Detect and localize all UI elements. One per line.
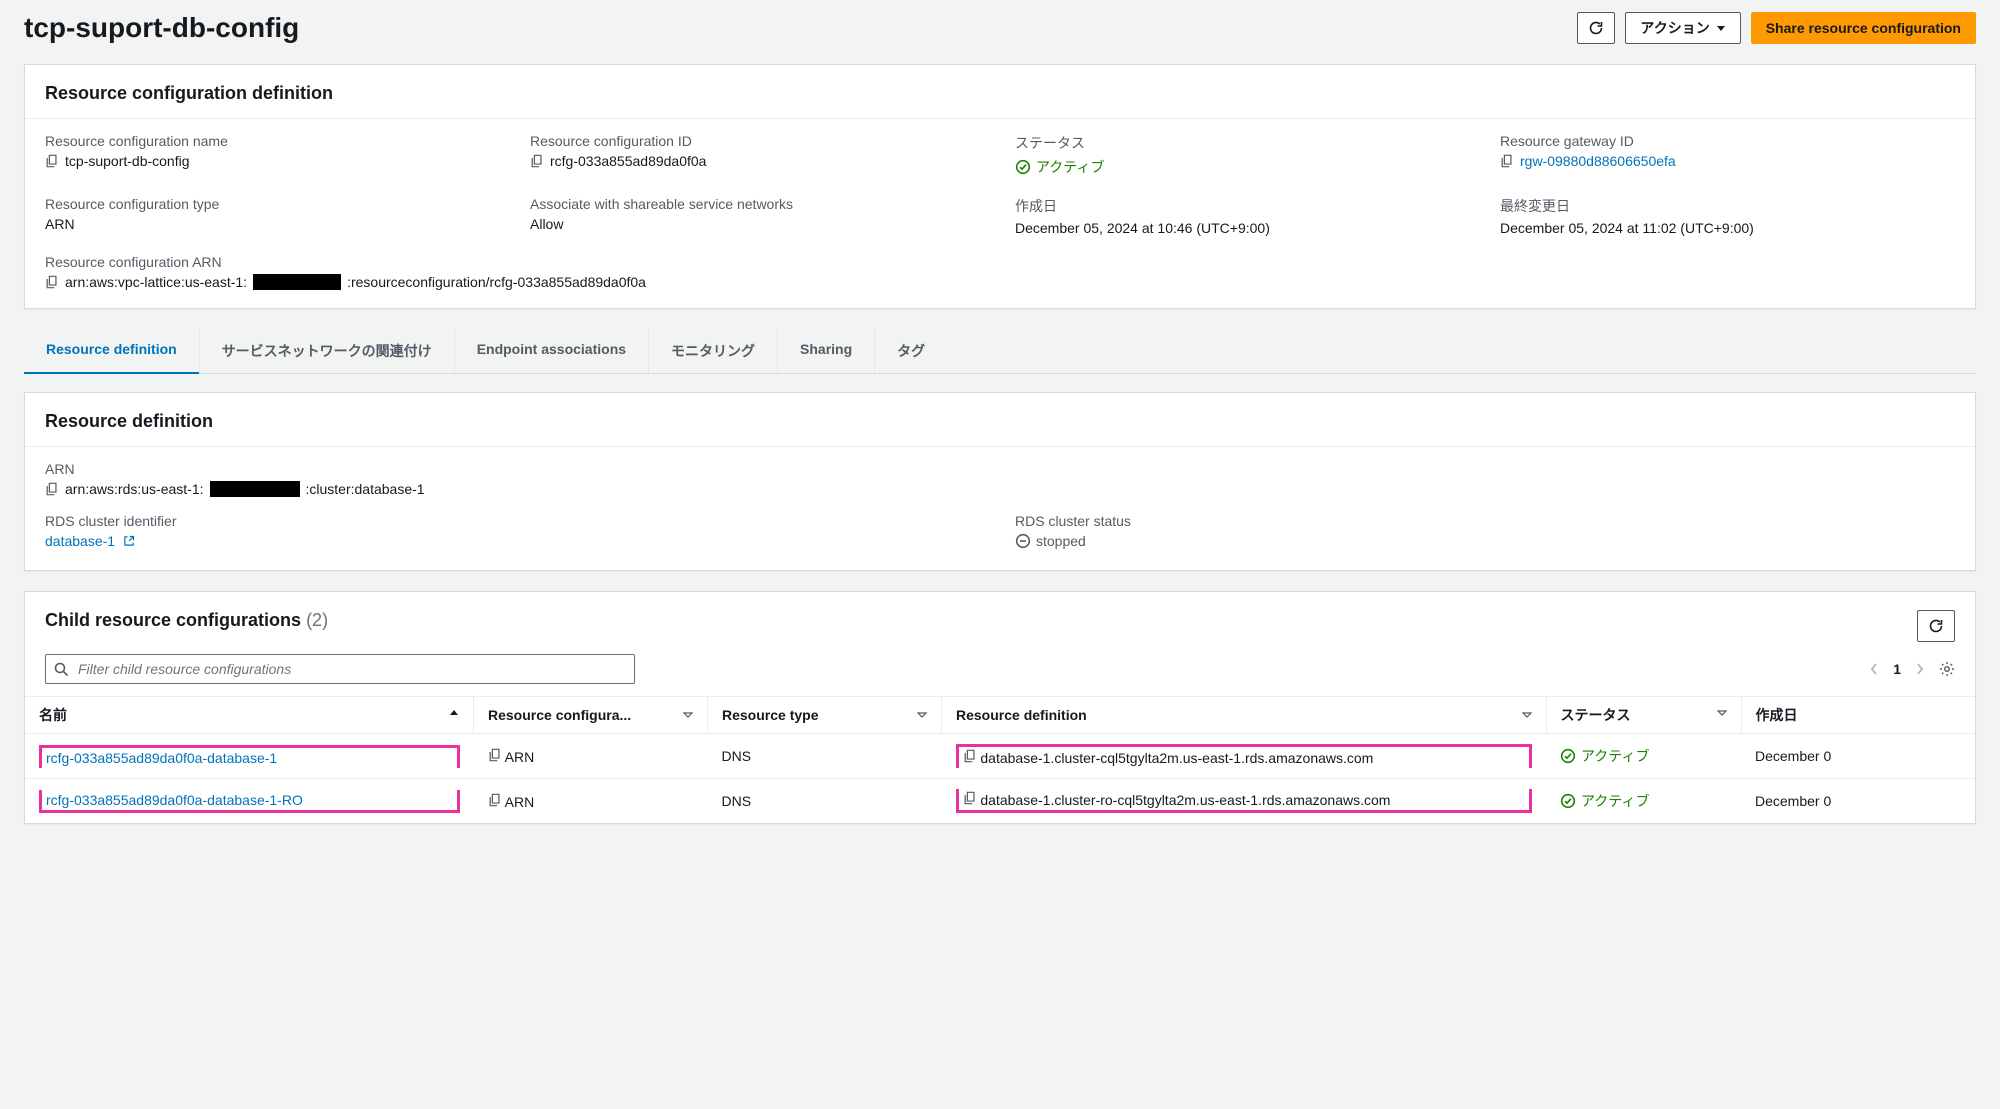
status-value: アクティブ xyxy=(1036,157,1104,177)
tab-endpoint-associations[interactable]: Endpoint associations xyxy=(455,329,649,373)
share-button[interactable]: Share resource configuration xyxy=(1751,12,1976,44)
copy-icon[interactable] xyxy=(488,748,502,762)
copy-icon[interactable] xyxy=(963,791,977,805)
assoc-value: Allow xyxy=(530,216,985,232)
tri-down-icon xyxy=(1717,708,1727,718)
tab-service-network[interactable]: サービスネットワークの関連付け xyxy=(200,329,455,373)
col-created[interactable]: 作成日 xyxy=(1756,707,1798,723)
sort-up-icon xyxy=(449,708,459,718)
child-count: (2) xyxy=(306,610,328,630)
check-circle-icon xyxy=(1560,748,1576,764)
col-rc[interactable]: Resource configura... xyxy=(488,707,631,723)
table-row: rcfg-033a855ad89da0f0a-database-1 ARN DNS… xyxy=(25,734,1975,779)
child-name-link[interactable]: rcfg-033a855ad89da0f0a-database-1 xyxy=(46,750,277,766)
child-rtype-value: DNS xyxy=(708,779,942,824)
definition-panel: Resource configuration definition Resour… xyxy=(24,64,1976,309)
rc-name-value: tcp-suport-db-config xyxy=(65,153,190,169)
created-label: 作成日 xyxy=(1015,196,1470,216)
child-created-value: December 0 xyxy=(1741,779,1975,824)
status-label: ステータス xyxy=(1015,133,1470,153)
redacted-account xyxy=(210,481,300,497)
tri-down-icon xyxy=(683,710,693,720)
child-filter-input[interactable] xyxy=(45,654,635,684)
child-rtype-value: DNS xyxy=(708,734,942,779)
rd-arn-prefix: arn:aws:rds:us-east-1: xyxy=(65,481,204,497)
actions-label: アクション xyxy=(1640,18,1709,38)
child-rc-value: ARN xyxy=(505,794,535,810)
copy-icon[interactable] xyxy=(963,749,977,763)
refresh-icon xyxy=(1928,618,1944,634)
assoc-label: Associate with shareable service network… xyxy=(530,196,985,212)
prev-page-icon[interactable] xyxy=(1869,661,1879,677)
gateway-label: Resource gateway ID xyxy=(1500,133,1955,149)
page-number: 1 xyxy=(1893,661,1901,677)
caret-down-icon xyxy=(1716,23,1726,33)
resource-def-title: Resource definition xyxy=(45,411,1955,432)
next-page-icon[interactable] xyxy=(1915,661,1925,677)
col-status[interactable]: ステータス xyxy=(1561,707,1631,723)
rc-id-label: Resource configuration ID xyxy=(530,133,985,149)
external-link-icon xyxy=(123,535,135,547)
created-value: December 05, 2024 at 10:46 (UTC+9:00) xyxy=(1015,220,1470,236)
cluster-id-label: RDS cluster identifier xyxy=(45,513,985,529)
minus-circle-icon xyxy=(1015,533,1031,549)
tabs: Resource definition サービスネットワークの関連付け Endp… xyxy=(24,329,1976,374)
col-rdef[interactable]: Resource definition xyxy=(956,707,1087,723)
tab-tags[interactable]: タグ xyxy=(875,329,947,373)
child-rdef-value: database-1.cluster-cql5tgylta2m.us-east-… xyxy=(980,750,1373,766)
rc-type-label: Resource configuration type xyxy=(45,196,500,212)
child-created-value: December 0 xyxy=(1741,734,1975,779)
child-panel-title: Child resource configurations (2) xyxy=(45,610,328,631)
refresh-icon xyxy=(1588,20,1604,36)
gateway-link[interactable]: rgw-09880d88606650efa xyxy=(1520,153,1676,169)
copy-icon[interactable] xyxy=(45,154,59,168)
child-rc-value: ARN xyxy=(505,749,535,765)
tab-monitoring[interactable]: モニタリング xyxy=(649,329,778,373)
cluster-id-link[interactable]: database-1 xyxy=(45,533,115,549)
rd-arn-suffix: :cluster:database-1 xyxy=(306,481,425,497)
definition-panel-title: Resource configuration definition xyxy=(45,83,1955,104)
child-name-link[interactable]: rcfg-033a855ad89da0f0a-database-1-RO xyxy=(46,792,303,808)
rc-id-value: rcfg-033a855ad89da0f0a xyxy=(550,153,706,169)
child-table: 名前 Resource configura... Resource type R… xyxy=(25,696,1975,823)
rc-name-label: Resource configuration name xyxy=(45,133,500,149)
child-status-value: アクティブ xyxy=(1581,791,1649,811)
tri-down-icon xyxy=(917,710,927,720)
search-icon xyxy=(53,661,69,677)
check-circle-icon xyxy=(1015,159,1031,175)
col-rtype[interactable]: Resource type xyxy=(722,707,818,723)
refresh-button[interactable] xyxy=(1577,12,1615,44)
cluster-status-value: stopped xyxy=(1036,533,1086,549)
check-circle-icon xyxy=(1560,793,1576,809)
rc-arn-suffix: :resourceconfiguration/rcfg-033a855ad89d… xyxy=(347,274,646,290)
actions-dropdown[interactable]: アクション xyxy=(1625,12,1740,44)
copy-icon[interactable] xyxy=(45,275,59,289)
copy-icon[interactable] xyxy=(45,482,59,496)
table-row: rcfg-033a855ad89da0f0a-database-1-RO ARN… xyxy=(25,779,1975,824)
rc-type-value: ARN xyxy=(45,216,500,232)
col-name[interactable]: 名前 xyxy=(39,707,67,723)
tab-resource-definition[interactable]: Resource definition xyxy=(24,329,200,373)
copy-icon[interactable] xyxy=(530,154,544,168)
modified-value: December 05, 2024 at 11:02 (UTC+9:00) xyxy=(1500,220,1955,236)
rc-arn-prefix: arn:aws:vpc-lattice:us-east-1: xyxy=(65,274,247,290)
tab-sharing[interactable]: Sharing xyxy=(778,329,875,373)
resource-def-panel: Resource definition ARN arn:aws:rds:us-e… xyxy=(24,392,1976,571)
cluster-status-label: RDS cluster status xyxy=(1015,513,1955,529)
copy-icon[interactable] xyxy=(488,793,502,807)
redacted-account xyxy=(253,274,341,290)
child-rdef-value: database-1.cluster-ro-cql5tgylta2m.us-ea… xyxy=(980,792,1390,808)
rc-arn-label: Resource configuration ARN xyxy=(45,254,1955,270)
child-refresh-button[interactable] xyxy=(1917,610,1955,642)
modified-label: 最終変更日 xyxy=(1500,196,1955,216)
tri-down-icon xyxy=(1522,710,1532,720)
copy-icon[interactable] xyxy=(1500,154,1514,168)
child-title-text: Child resource configurations xyxy=(45,610,301,630)
child-status-value: アクティブ xyxy=(1581,746,1649,766)
child-panel: Child resource configurations (2) 1 名前 R… xyxy=(24,591,1976,824)
page-title: tcp-suport-db-config xyxy=(24,12,299,44)
rd-arn-label: ARN xyxy=(45,461,1955,477)
gear-icon[interactable] xyxy=(1939,661,1955,677)
